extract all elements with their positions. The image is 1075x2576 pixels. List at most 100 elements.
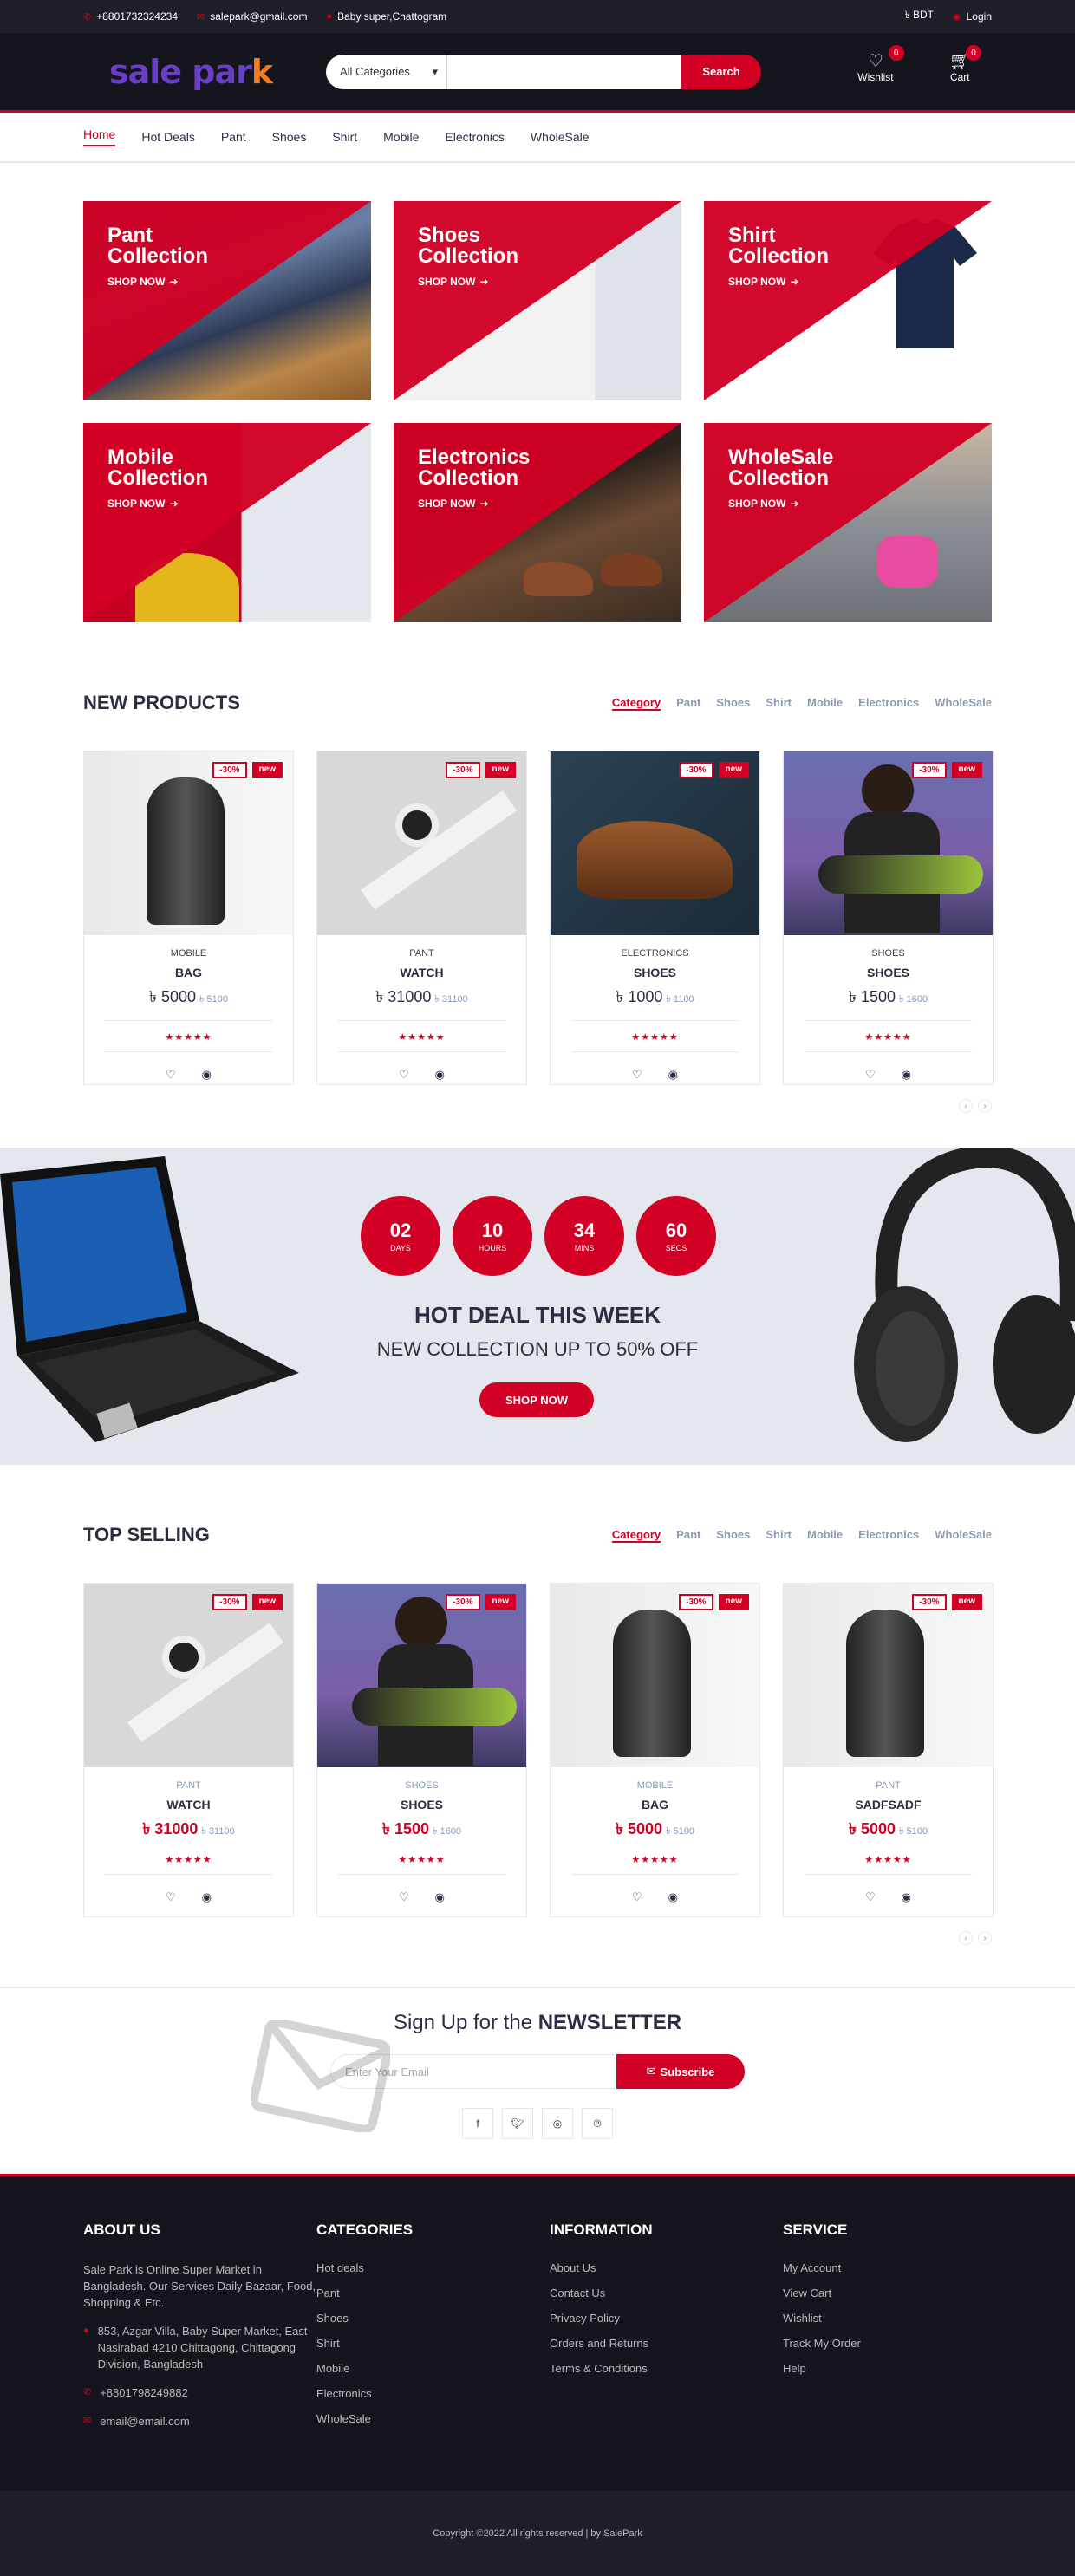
nav-pant[interactable]: Pant bbox=[221, 130, 246, 144]
phone-contact[interactable]: ✆ +8801732324234 bbox=[83, 10, 178, 23]
shop-now-link[interactable]: SHOP NOW ➜ bbox=[108, 276, 208, 288]
footer-link[interactable]: Shirt bbox=[316, 2337, 550, 2350]
heart-icon[interactable]: ♡ bbox=[166, 1068, 176, 1082]
eye-icon[interactable]: ◉ bbox=[902, 1068, 911, 1082]
footer-phone[interactable]: ✆ +8801798249882 bbox=[83, 2384, 316, 2401]
product-name[interactable]: BAG bbox=[84, 966, 293, 979]
nav-mobile[interactable]: Mobile bbox=[383, 130, 419, 144]
heart-icon[interactable]: ♡ bbox=[632, 1068, 642, 1082]
footer-link[interactable]: Hot deals bbox=[316, 2261, 550, 2274]
eye-icon[interactable]: ◉ bbox=[902, 1890, 911, 1904]
footer-link[interactable]: Orders and Returns bbox=[550, 2337, 783, 2350]
tab-category[interactable]: Category bbox=[611, 1528, 661, 1543]
tab-wholesale[interactable]: WholeSale bbox=[935, 1528, 992, 1543]
footer-link[interactable]: Terms & Conditions bbox=[550, 2362, 783, 2375]
footer-link[interactable]: View Cart bbox=[783, 2287, 1016, 2300]
footer-link[interactable]: Electronics bbox=[316, 2387, 550, 2400]
login-link[interactable]: ◉ Login bbox=[953, 10, 992, 23]
product-card[interactable]: -30% new MOBILE BAG ৳ 5000 ৳ 5100 ★★★★★ ♡ ◉ bbox=[83, 751, 294, 1085]
product-name[interactable]: WATCH bbox=[84, 1798, 293, 1812]
product-name[interactable]: SHOES bbox=[784, 966, 993, 979]
nav-shirt[interactable]: Shirt bbox=[332, 130, 357, 144]
footer-link[interactable]: Mobile bbox=[316, 2362, 550, 2375]
tab-electronics[interactable]: Electronics bbox=[858, 696, 919, 711]
wishlist-button[interactable]: ♡ Wishlist 0 bbox=[857, 45, 904, 83]
eye-icon[interactable]: ◉ bbox=[435, 1068, 445, 1082]
tab-electronics[interactable]: Electronics bbox=[858, 1528, 919, 1543]
product-card[interactable]: -30% new MOBILE BAG ৳ 5000 ৳ 5100 ★★★★★ ♡ ◉ bbox=[550, 1583, 760, 1917]
pinterest-icon[interactable]: ℗ bbox=[582, 2108, 613, 2139]
instagram-icon[interactable]: ◎ bbox=[542, 2108, 573, 2139]
collection-card-electronics[interactable]: Electronics Collection SHOP NOW ➜ bbox=[394, 423, 681, 622]
product-name[interactable]: WATCH bbox=[317, 966, 526, 979]
product-card[interactable]: -30% new ELECTRONICS SHOES ৳ 1000 ৳ 1100 ★… bbox=[550, 751, 760, 1085]
shop-now-button[interactable]: SHOP NOW bbox=[479, 1382, 594, 1417]
logo[interactable]: sale park bbox=[109, 53, 309, 91]
shop-now-link[interactable]: SHOP NOW ➜ bbox=[418, 498, 530, 510]
chevron-left-icon[interactable]: ‹ bbox=[959, 1099, 973, 1113]
category-select[interactable]: All Categories ▾ bbox=[326, 54, 447, 89]
nav-wholesale[interactable]: WholeSale bbox=[531, 130, 590, 144]
footer-link[interactable]: Privacy Policy bbox=[550, 2312, 783, 2325]
footer-link[interactable]: Shoes bbox=[316, 2312, 550, 2325]
shop-now-link[interactable]: SHOP NOW ➜ bbox=[728, 276, 829, 288]
heart-icon[interactable]: ♡ bbox=[399, 1890, 409, 1904]
twitter-icon[interactable]: 🐦︎ bbox=[502, 2108, 533, 2139]
product-card[interactable]: -30% new PANT WATCH ৳ 31000 ৳ 31100 ★★★★★ … bbox=[316, 751, 527, 1085]
product-name[interactable]: SADFSADF bbox=[784, 1798, 993, 1812]
product-name[interactable]: SHOES bbox=[551, 966, 759, 979]
heart-icon[interactable]: ♡ bbox=[632, 1890, 642, 1904]
collection-card-shirt[interactable]: Shirt Collection SHOP NOW ➜ bbox=[704, 201, 992, 400]
eye-icon[interactable]: ◉ bbox=[668, 1890, 678, 1904]
nav-shoes[interactable]: Shoes bbox=[272, 130, 307, 144]
footer-link[interactable]: Track My Order bbox=[783, 2337, 1016, 2350]
nav-home[interactable]: Home bbox=[83, 127, 116, 146]
shop-now-link[interactable]: SHOP NOW ➜ bbox=[108, 498, 208, 510]
shop-now-link[interactable]: SHOP NOW ➜ bbox=[728, 498, 833, 510]
tab-category[interactable]: Category bbox=[611, 696, 661, 711]
heart-icon[interactable]: ♡ bbox=[399, 1068, 409, 1082]
email-contact[interactable]: ✉ salepark@gmail.com bbox=[197, 10, 307, 23]
tab-shirt[interactable]: Shirt bbox=[766, 1528, 792, 1543]
tab-pant[interactable]: Pant bbox=[676, 1528, 700, 1543]
tab-shoes[interactable]: Shoes bbox=[716, 696, 750, 711]
collection-card-pant[interactable]: Pant Collection SHOP NOW ➜ bbox=[83, 201, 371, 400]
subscribe-button[interactable]: ✉ Subscribe bbox=[616, 2054, 745, 2089]
footer-link[interactable]: WholeSale bbox=[316, 2412, 550, 2425]
tab-mobile[interactable]: Mobile bbox=[807, 696, 843, 711]
footer-link[interactable]: My Account bbox=[783, 2261, 1016, 2274]
shop-now-link[interactable]: SHOP NOW ➜ bbox=[418, 276, 518, 288]
heart-icon[interactable]: ♡ bbox=[865, 1068, 876, 1082]
eye-icon[interactable]: ◉ bbox=[668, 1068, 678, 1082]
chevron-right-icon[interactable]: › bbox=[978, 1931, 992, 1945]
footer-link[interactable]: Wishlist bbox=[783, 2312, 1016, 2325]
product-card[interactable]: -30% new PANT WATCH ৳ 31000 ৳ 31100 ★★★★★ … bbox=[83, 1583, 294, 1917]
product-name[interactable]: BAG bbox=[551, 1798, 759, 1812]
product-card[interactable]: -30% new PANT SADFSADF ৳ 5000 ৳ 5100 ★★★★★… bbox=[783, 1583, 994, 1917]
footer-email[interactable]: ✉ email@email.com bbox=[83, 2413, 316, 2430]
product-card[interactable]: -30% new SHOES SHOES ৳ 1500 ৳ 1600 ★★★★★ ♡… bbox=[783, 751, 994, 1085]
heart-icon[interactable]: ♡ bbox=[166, 1890, 176, 1904]
tab-wholesale[interactable]: WholeSale bbox=[935, 696, 992, 711]
product-name[interactable]: SHOES bbox=[317, 1798, 526, 1812]
collection-card-wholesale[interactable]: WholeSale Collection SHOP NOW ➜ bbox=[704, 423, 992, 622]
search-input[interactable] bbox=[447, 54, 681, 89]
facebook-icon[interactable]: f bbox=[462, 2108, 493, 2139]
currency-link[interactable]: ৳ BDT bbox=[905, 8, 934, 25]
chevron-left-icon[interactable]: ‹ bbox=[959, 1931, 973, 1945]
heart-icon[interactable]: ♡ bbox=[865, 1890, 876, 1904]
eye-icon[interactable]: ◉ bbox=[202, 1068, 212, 1082]
collection-card-shoes[interactable]: Shoes Collection SHOP NOW ➜ bbox=[394, 201, 681, 400]
nav-electronics[interactable]: Electronics bbox=[445, 130, 504, 144]
tab-shoes[interactable]: Shoes bbox=[716, 1528, 750, 1543]
collection-card-mobile[interactable]: Mobile Collection SHOP NOW ➜ bbox=[83, 423, 371, 622]
nav-hot-deals[interactable]: Hot Deals bbox=[141, 130, 194, 144]
eye-icon[interactable]: ◉ bbox=[202, 1890, 212, 1904]
search-button[interactable]: Search bbox=[681, 54, 761, 89]
footer-link[interactable]: Help bbox=[783, 2362, 1016, 2375]
cart-button[interactable]: 🛒︎ Cart 0 bbox=[949, 45, 981, 83]
footer-link[interactable]: Pant bbox=[316, 2287, 550, 2300]
footer-link[interactable]: About Us bbox=[550, 2261, 783, 2274]
chevron-right-icon[interactable]: › bbox=[978, 1099, 992, 1113]
product-card[interactable]: -30% new SHOES SHOES ৳ 1500 ৳ 1600 ★★★★★ ♡… bbox=[316, 1583, 527, 1917]
